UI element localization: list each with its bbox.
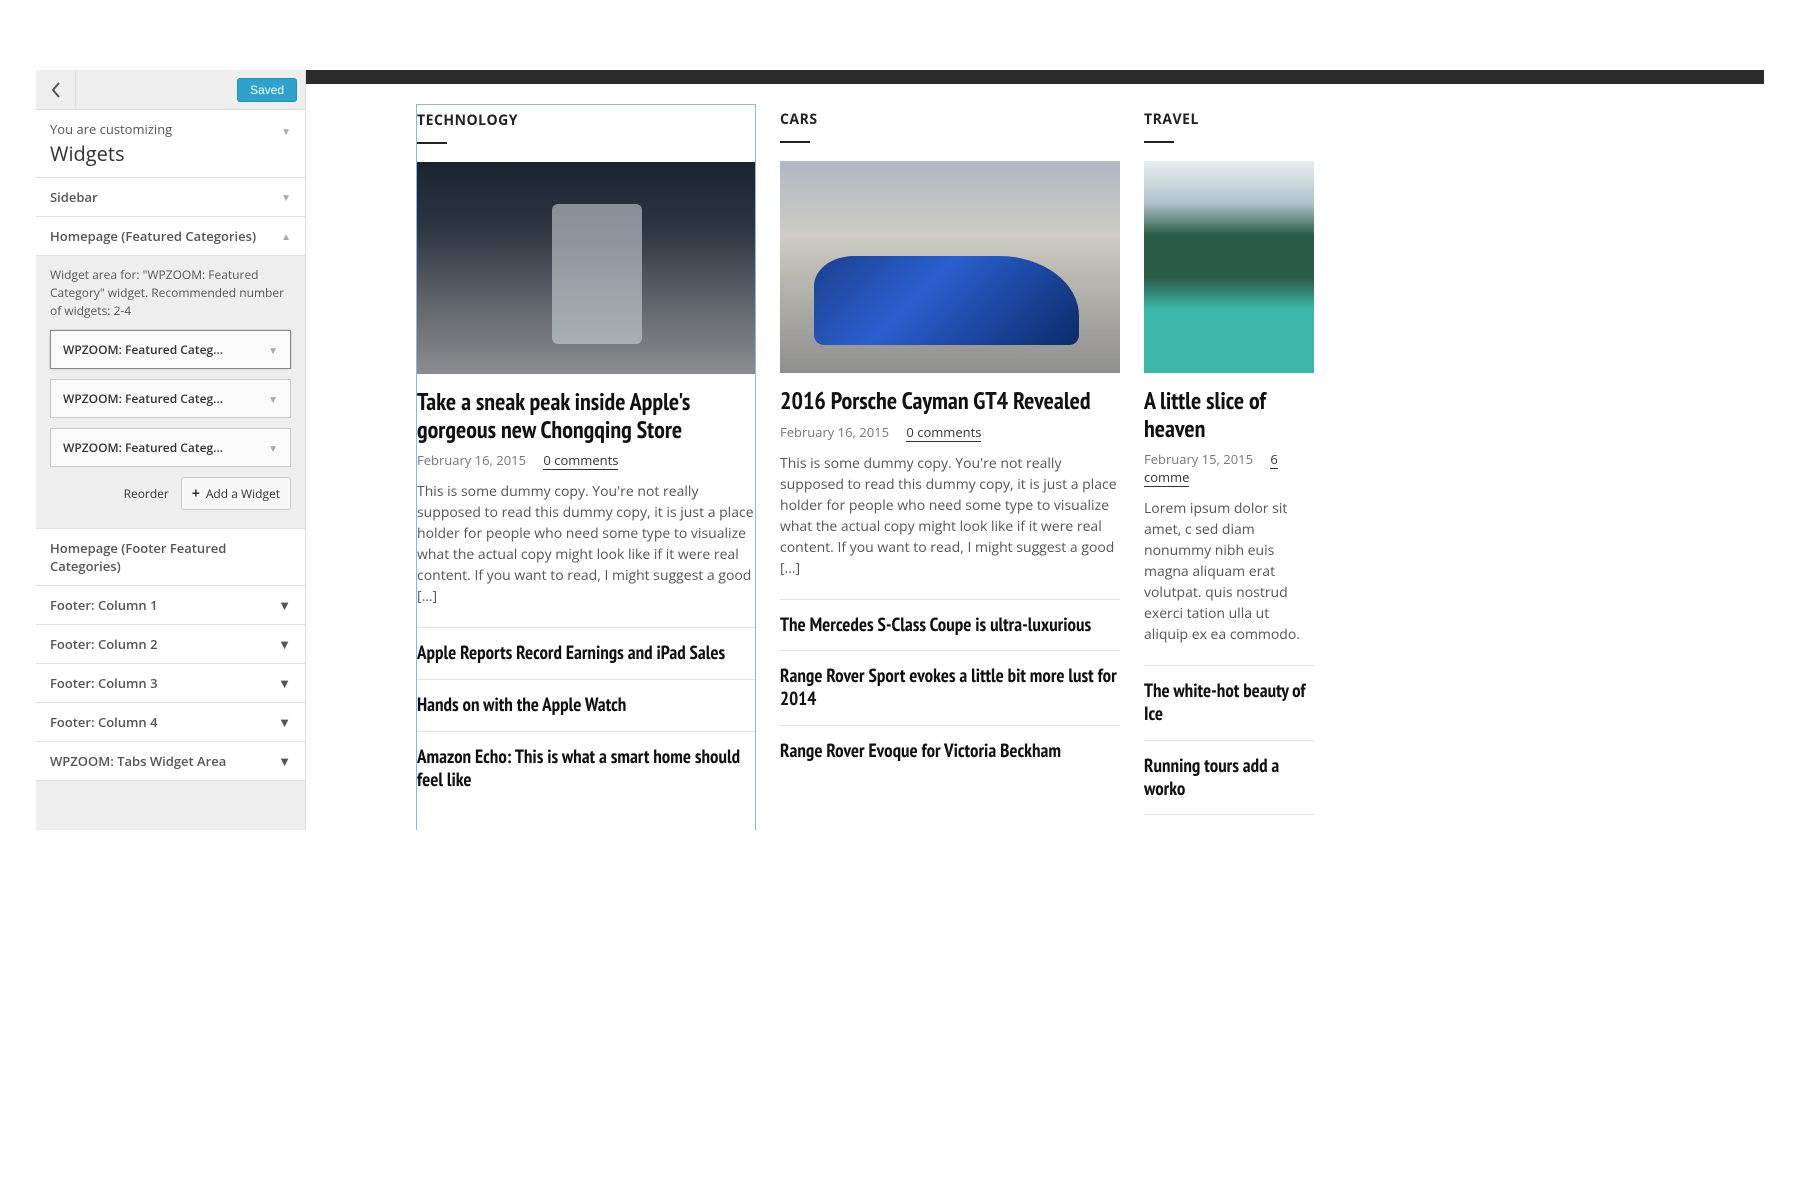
chevron-down-icon: ▼ [278, 596, 291, 614]
chevron-left-icon [51, 82, 61, 98]
section-label: WPZOOM: Tabs Widget Area [50, 752, 226, 770]
post-meta: February 15, 2015 6 comme [1144, 450, 1314, 486]
widget-label: WPZOOM: Featured Categ... [63, 439, 223, 456]
post-title[interactable]: 2016 Porsche Cayman GT4 Revealed [780, 387, 1120, 415]
sub-post-link[interactable]: Apple Reports Record Earnings and iPad S… [417, 627, 755, 679]
post-excerpt: Lorem ipsum dolor sit amet, c sed diam n… [1144, 498, 1314, 645]
sidebar-top-bar: Saved [36, 70, 305, 110]
sub-post-link[interactable]: Amazon Echo: This is what a smart home s… [417, 731, 755, 806]
featured-image[interactable] [417, 162, 755, 374]
section-tabs-widget-area[interactable]: WPZOOM: Tabs Widget Area ▼ [36, 742, 305, 781]
widget-item[interactable]: WPZOOM: Featured Categ... ▼ [50, 330, 291, 369]
heading-rule [1144, 141, 1174, 143]
widget-label: WPZOOM: Featured Categ... [63, 341, 223, 358]
featured-image[interactable] [780, 161, 1120, 373]
sub-post-link[interactable]: The Mercedes S-Class Coupe is ultra-luxu… [780, 599, 1120, 651]
reorder-button[interactable]: Reorder [124, 485, 169, 502]
section-description: Widget area for: "WPZOOM: Featured Categ… [50, 266, 291, 320]
add-widget-button[interactable]: + Add a Widget [181, 477, 291, 510]
section-sidebar[interactable]: Sidebar ▼ [36, 178, 305, 217]
chevron-up-icon: ▲ [281, 229, 291, 243]
chevron-down-icon: ▼ [278, 674, 291, 692]
customizing-label: You are customizing [50, 120, 172, 138]
chevron-down-icon: ▼ [281, 190, 291, 204]
featured-column-cars[interactable]: CARS 2016 Porsche Cayman GT4 Revealed Fe… [780, 104, 1120, 830]
widget-item[interactable]: WPZOOM: Featured Categ... ▼ [50, 379, 291, 418]
featured-column-travel[interactable]: TRAVEL A little slice of heaven February… [1144, 104, 1314, 830]
sub-post-link[interactable]: Running tours add a worko [1144, 740, 1314, 815]
chevron-down-icon: ▼ [281, 120, 291, 138]
comments-link[interactable]: 0 comments [906, 423, 981, 442]
hero-strip [306, 70, 1764, 84]
post-date: February 16, 2015 [417, 451, 526, 469]
post-date: February 16, 2015 [780, 423, 889, 441]
section-footer-col-2[interactable]: Footer: Column 2 ▼ [36, 625, 305, 664]
post-excerpt: This is some dummy copy. You're not real… [417, 481, 755, 607]
widget-actions: Reorder + Add a Widget [50, 477, 291, 510]
section-homepage-featured[interactable]: Homepage (Featured Categories) ▲ [36, 217, 305, 256]
featured-columns: TECHNOLOGY Take a sneak peak inside Appl… [306, 84, 1764, 830]
chevron-down-icon: ▼ [268, 343, 278, 357]
sub-post-link[interactable]: A post showing how headi [1144, 814, 1314, 830]
column-heading: TRAVEL [1144, 104, 1314, 135]
site-preview: TECHNOLOGY Take a sneak peak inside Appl… [306, 70, 1764, 830]
column-heading: TECHNOLOGY [417, 105, 755, 136]
featured-image[interactable] [1144, 161, 1314, 373]
section-label: Homepage (Footer Featured Categories) [50, 539, 291, 575]
section-label: Footer: Column 2 [50, 635, 158, 653]
chevron-down-icon: ▼ [268, 392, 278, 406]
sub-post-link[interactable]: Hands on with the Apple Watch [417, 679, 755, 731]
section-label: Footer: Column 3 [50, 674, 158, 692]
post-meta: February 16, 2015 0 comments [417, 451, 755, 469]
chevron-down-icon: ▼ [278, 752, 291, 770]
widget-label: WPZOOM: Featured Categ... [63, 390, 223, 407]
section-label: Footer: Column 4 [50, 713, 158, 731]
section-footer-col-4[interactable]: Footer: Column 4 ▼ [36, 703, 305, 742]
chevron-down-icon: ▼ [268, 441, 278, 455]
plus-icon: + [192, 484, 200, 503]
section-footer-col-1[interactable]: Footer: Column 1 ▼ [36, 586, 305, 625]
sub-post-list: The Mercedes S-Class Coupe is ultra-luxu… [780, 599, 1120, 777]
sub-post-list: The white-hot beauty of Ice Running tour… [1144, 665, 1314, 830]
section-label: Footer: Column 1 [50, 596, 158, 614]
column-heading: CARS [780, 104, 1120, 135]
sub-post-link[interactable]: Range Rover Sport evokes a little bit mo… [780, 650, 1120, 725]
chevron-down-icon: ▼ [278, 635, 291, 653]
app-root: Saved You are customizing Widgets ▼ Side… [36, 70, 1764, 830]
post-meta: February 16, 2015 0 comments [780, 423, 1120, 441]
post-excerpt: This is some dummy copy. You're not real… [780, 453, 1120, 579]
heading-rule [417, 142, 447, 144]
panel-title: Widgets [50, 140, 172, 167]
comments-link[interactable]: 0 comments [543, 451, 618, 470]
back-button[interactable] [36, 70, 76, 110]
chevron-down-icon: ▼ [278, 713, 291, 731]
section-label: Sidebar [50, 188, 98, 206]
heading-rule [780, 141, 810, 143]
section-label: Homepage (Featured Categories) [50, 227, 256, 245]
add-widget-label: Add a Widget [206, 485, 280, 502]
customizer-sidebar: Saved You are customizing Widgets ▼ Side… [36, 70, 306, 830]
panel-heading[interactable]: You are customizing Widgets ▼ [36, 110, 305, 178]
section-footer-col-3[interactable]: Footer: Column 3 ▼ [36, 664, 305, 703]
post-title[interactable]: Take a sneak peak inside Apple's gorgeou… [417, 388, 755, 443]
sub-post-link[interactable]: The white-hot beauty of Ice [1144, 665, 1314, 740]
sub-post-link[interactable]: Range Rover Evoque for Victoria Beckham [780, 725, 1120, 777]
featured-column-technology[interactable]: TECHNOLOGY Take a sneak peak inside Appl… [416, 104, 756, 830]
widget-item[interactable]: WPZOOM: Featured Categ... ▼ [50, 428, 291, 467]
section-homepage-footer-featured[interactable]: Homepage (Footer Featured Categories) [36, 529, 305, 586]
section-body: Widget area for: "WPZOOM: Featured Categ… [36, 256, 305, 529]
sub-post-list: Apple Reports Record Earnings and iPad S… [417, 627, 755, 805]
post-date: February 15, 2015 [1144, 450, 1253, 468]
saved-button[interactable]: Saved [237, 78, 297, 102]
post-title[interactable]: A little slice of heaven [1144, 387, 1314, 442]
